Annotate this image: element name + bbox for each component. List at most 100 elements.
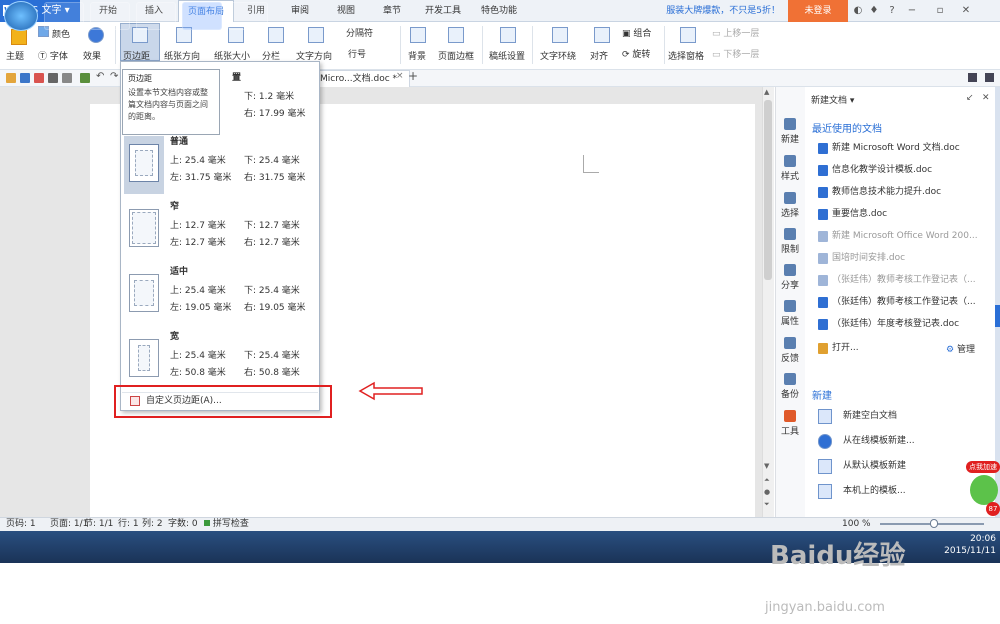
- page-border-button[interactable]: 页面边框: [438, 49, 474, 62]
- recent-doc-item[interactable]: 新建 Microsoft Office Word 200...: [818, 229, 983, 243]
- skin-icon[interactable]: ◐: [852, 5, 864, 17]
- pane-close-icon[interactable]: ✕: [982, 93, 990, 103]
- format-painter-icon[interactable]: [80, 73, 90, 83]
- undock-icon[interactable]: ↙: [966, 93, 974, 103]
- background-button[interactable]: 背景: [408, 49, 426, 62]
- recent-doc-item[interactable]: 信息化教学设计模板.doc: [818, 163, 983, 177]
- minimize-icon[interactable]: −: [906, 5, 918, 17]
- taskbar-app-360browser[interactable]: [90, 2, 130, 30]
- online-template-icon: [818, 434, 832, 449]
- font-button[interactable]: Ⓣ 字体: [38, 49, 68, 62]
- group-button[interactable]: ▣ 组合: [622, 26, 651, 39]
- recent-doc-item[interactable]: 新建 Microsoft Word 文档.doc: [818, 141, 983, 155]
- send-backward-button[interactable]: ▭ 下移一层: [712, 47, 759, 60]
- recent-doc-item[interactable]: 国培时间安排.doc: [818, 251, 983, 265]
- tab-chapter[interactable]: 章节: [372, 0, 412, 22]
- redo-icon[interactable]: ↷: [110, 71, 118, 82]
- text-wrap-icon: [552, 27, 568, 43]
- speed-badge[interactable]: 点我加速: [966, 461, 1000, 473]
- taskbar-app-paint[interactable]: [228, 2, 268, 30]
- local-templates[interactable]: 本机上的模板...: [818, 482, 978, 500]
- blank-doc-icon: [818, 409, 832, 424]
- pane-toggle-icon[interactable]: [968, 73, 977, 82]
- taskbar-app-wps[interactable]: [182, 2, 222, 30]
- recent-doc-item[interactable]: 教师信息技术能力提升.doc: [818, 185, 983, 199]
- align-icon: [594, 27, 610, 43]
- preview-icon[interactable]: [62, 73, 72, 83]
- side-select[interactable]: 选择: [775, 192, 805, 219]
- effect-button[interactable]: 效果: [83, 49, 101, 62]
- start-button[interactable]: [4, 1, 38, 31]
- breaks-button[interactable]: 分隔符: [346, 26, 373, 39]
- system-clock[interactable]: 20:06 2015/11/11: [940, 533, 996, 557]
- annotation-arrow: [358, 381, 423, 401]
- spell-check[interactable]: 拼写检查: [204, 518, 249, 531]
- align-button[interactable]: 对齐: [590, 49, 608, 62]
- side-restrict[interactable]: 限制: [775, 228, 805, 255]
- side-style[interactable]: 样式: [775, 155, 805, 182]
- page-border-icon: [448, 27, 464, 43]
- text-direction-icon: [308, 27, 324, 43]
- new-blank-doc[interactable]: 新建空白文档: [818, 407, 978, 425]
- save-icon[interactable]: [20, 73, 30, 83]
- scroll-up-icon[interactable]: ▲: [764, 88, 769, 96]
- bring-forward-button[interactable]: ▭ 上移一层: [712, 26, 759, 39]
- baidu-watermark: Baidu经验: [770, 541, 906, 571]
- side-backup[interactable]: 备份: [775, 373, 805, 400]
- close-icon[interactable]: ✕: [960, 5, 972, 17]
- margin-preset-moderate[interactable]: 适中 上: 25.4 毫米 下: 25.4 毫米 左: 19.05 毫米 右: …: [124, 266, 314, 326]
- print-icon[interactable]: [48, 73, 58, 83]
- help-icon[interactable]: ?: [886, 5, 898, 17]
- undo-icon[interactable]: ↶: [96, 71, 104, 82]
- side-share[interactable]: 分享: [775, 264, 805, 291]
- edge-handle[interactable]: [995, 305, 1000, 327]
- margin-preset-normal[interactable]: 普通 上: 25.4 毫米 下: 25.4 毫米 左: 31.75 毫米 右: …: [124, 136, 314, 196]
- recent-doc-item[interactable]: （张廷伟）教师考核工作登记表（...: [818, 295, 983, 309]
- margin-preset-narrow[interactable]: 窄 上: 12.7 毫米 下: 12.7 毫米 左: 12.7 毫米 右: 12…: [124, 201, 314, 261]
- open-icon[interactable]: [6, 73, 16, 83]
- select-browse-icon[interactable]: ●: [764, 488, 770, 496]
- tab-developer[interactable]: 开发工具: [418, 0, 468, 22]
- scroll-down-icon[interactable]: ▼: [764, 462, 769, 470]
- shirt-icon[interactable]: ♦: [868, 5, 880, 17]
- margin-preset-wide[interactable]: 宽 上: 25.4 毫米 下: 25.4 毫米 左: 50.8 毫米 右: 50…: [124, 331, 314, 391]
- tab-review[interactable]: 审阅: [280, 0, 320, 22]
- pdf-icon[interactable]: [34, 73, 44, 83]
- recent-doc-item[interactable]: （张廷伟）年度考核登记表.doc: [818, 317, 983, 331]
- word-doc-icon: [818, 143, 828, 154]
- taskbar-app-ie[interactable]: [136, 2, 176, 30]
- pane-menu-icon[interactable]: [985, 73, 994, 82]
- mascot-icon[interactable]: [970, 475, 998, 505]
- theme-button[interactable]: 主题: [6, 49, 24, 62]
- side-tools[interactable]: 工具: [775, 410, 805, 437]
- scrollbar-thumb[interactable]: [764, 100, 772, 280]
- prev-page-icon[interactable]: ⏶: [764, 476, 770, 485]
- tab-features[interactable]: 特色功能: [474, 0, 524, 22]
- promo-link[interactable]: 服装大牌爆款，不只是5折！: [650, 0, 780, 22]
- tab-view[interactable]: 视图: [326, 0, 366, 22]
- side-properties[interactable]: 属性: [775, 300, 805, 327]
- login-button[interactable]: 未登录: [788, 0, 848, 22]
- draft-paper-button[interactable]: 稿纸设置: [489, 49, 525, 62]
- close-tab-icon[interactable]: ×: [396, 71, 404, 81]
- line-number-button[interactable]: 行号: [348, 47, 366, 60]
- side-new[interactable]: 新建: [775, 118, 805, 145]
- selection-pane-button[interactable]: 选择窗格: [668, 49, 704, 62]
- text-wrap-button[interactable]: 文字环绕: [540, 49, 576, 62]
- new-heading: 新建: [812, 391, 832, 402]
- open-link[interactable]: 打开...: [818, 341, 918, 355]
- rotate-button[interactable]: ⟳ 旋转: [622, 47, 650, 60]
- side-feedback[interactable]: 反馈: [775, 337, 805, 364]
- new-tab-icon[interactable]: +: [408, 69, 418, 83]
- new-from-online-template[interactable]: 从在线模板新建...: [818, 432, 978, 450]
- task-pane-title[interactable]: 新建文档 ▾: [811, 93, 854, 106]
- manage-link[interactable]: ⚙ 管理: [946, 342, 975, 355]
- taskbar-app-colorful[interactable]: [44, 2, 84, 30]
- draft-paper-icon: [500, 27, 516, 43]
- zoom-thumb[interactable]: [930, 519, 938, 528]
- restore-icon[interactable]: ▫: [934, 5, 946, 17]
- next-page-icon[interactable]: ⏷: [764, 500, 770, 509]
- recent-doc-item[interactable]: （张廷伟）教师考核工作登记表（...: [818, 273, 983, 287]
- new-from-default-template[interactable]: 从默认模板新建: [818, 457, 978, 475]
- recent-doc-item[interactable]: 重要信息.doc: [818, 207, 983, 221]
